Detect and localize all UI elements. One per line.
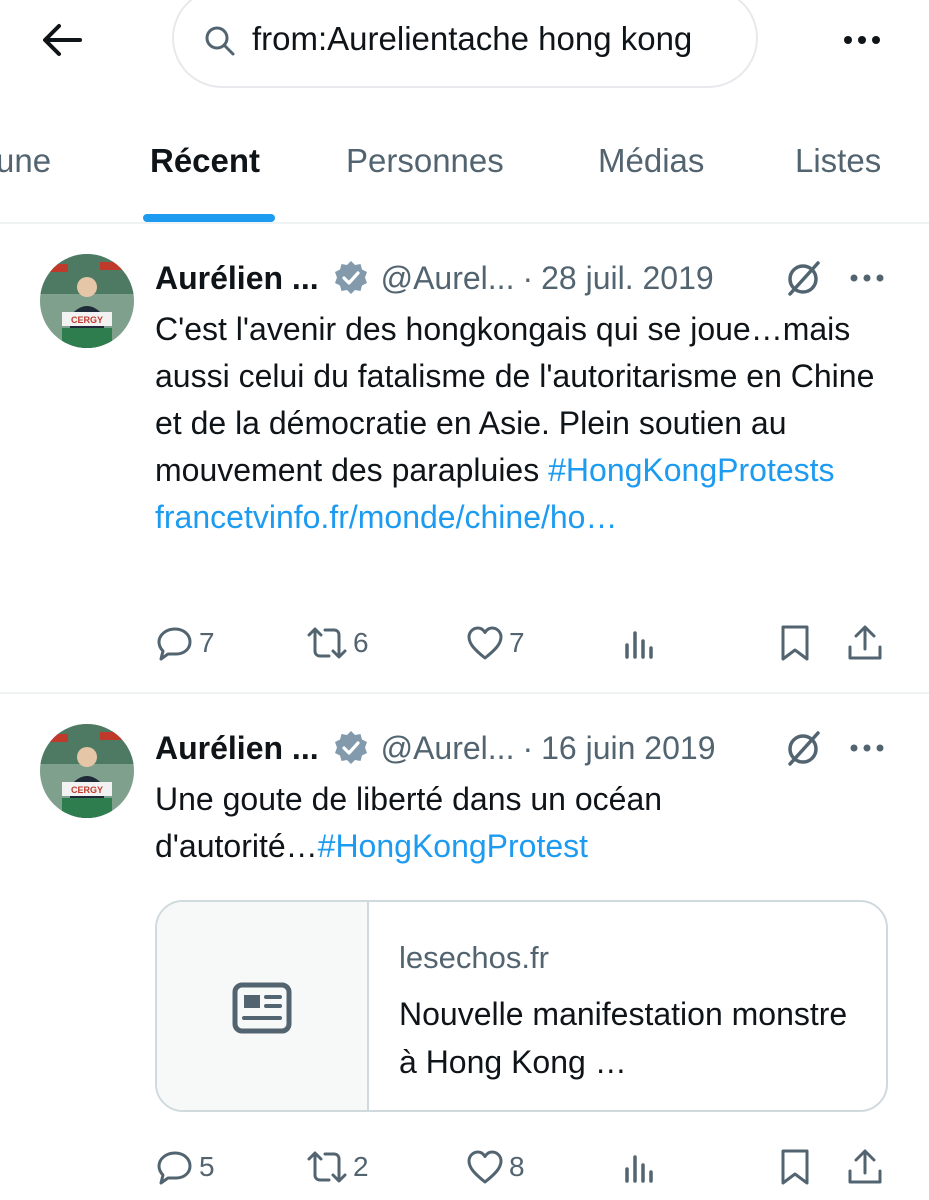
more-options-button[interactable]: [832, 20, 892, 60]
tweet-date[interactable]: 16 juin 2019: [541, 730, 715, 767]
tweet-actions: 5 2 8: [155, 1142, 895, 1192]
avatar-image: CERGY: [40, 724, 134, 818]
separator: ·: [522, 729, 534, 766]
card-domain: lesechos.fr: [399, 940, 549, 975]
grok-button[interactable]: [782, 256, 826, 300]
reply-count: 5: [199, 1151, 215, 1182]
tweet-actions: 7 6 7: [155, 618, 895, 668]
like-button[interactable]: 8: [465, 1142, 525, 1192]
bookmark-button[interactable]: [775, 618, 815, 668]
active-tab-indicator: [143, 214, 275, 222]
reply-icon: [157, 1151, 192, 1185]
like-count: 8: [509, 1151, 525, 1182]
reply-button[interactable]: 5: [155, 1142, 215, 1192]
bookmark-icon: [781, 625, 809, 661]
card-title: Nouvelle manifestation monstre à Hong Ko…: [399, 996, 848, 1080]
retweet-button[interactable]: 6: [305, 618, 369, 668]
author-handle[interactable]: @Aurel...: [381, 730, 515, 767]
retweet-count: 2: [353, 1151, 369, 1182]
tweet-header: Aurélien ... @Aurel... · 16 juin 2019: [155, 726, 715, 770]
more-horizontal-icon: [844, 36, 880, 44]
more-horizontal-icon: [850, 274, 884, 282]
tab-media[interactable]: Médias: [598, 142, 704, 180]
share-icon: [848, 625, 882, 660]
search-query: from:Aurelientache hong kong: [252, 20, 693, 57]
separator: ·: [522, 259, 534, 296]
verified-badge-icon: [334, 731, 367, 764]
arrow-left-icon: [43, 24, 82, 56]
bookmark-icon: [781, 1149, 809, 1185]
tab-top[interactable]: une: [0, 142, 51, 180]
tweet-header: Aurélien ... @Aurel... · 28 juil. 2019: [155, 256, 714, 300]
tab-recent[interactable]: Récent: [150, 142, 260, 180]
link-preview-card[interactable]: lesechos.fr Nouvelle manifestation monst…: [155, 900, 888, 1112]
avatar[interactable]: CERGY: [40, 724, 134, 818]
grok-icon: [788, 731, 820, 766]
tweet-more-button[interactable]: [842, 256, 892, 300]
retweet-icon: [307, 627, 347, 659]
views-button[interactable]: [621, 618, 661, 668]
share-button[interactable]: [845, 618, 885, 668]
back-button[interactable]: [36, 14, 88, 66]
tab-people[interactable]: Personnes: [346, 142, 504, 180]
avatar[interactable]: CERGY: [40, 254, 134, 348]
card-thumbnail: [157, 902, 369, 1110]
article-icon: [232, 982, 292, 1034]
verified-badge-icon: [334, 261, 367, 294]
analytics-icon: [625, 631, 653, 659]
like-button[interactable]: 7: [465, 618, 525, 668]
share-button[interactable]: [845, 1142, 885, 1192]
tweet-divider: [0, 692, 929, 694]
tab-lists[interactable]: Listes: [795, 142, 881, 180]
like-count: 7: [509, 627, 525, 658]
grok-button[interactable]: [782, 726, 826, 770]
heart-icon: [467, 626, 503, 660]
bookmark-button[interactable]: [775, 1142, 815, 1192]
grok-icon: [788, 261, 820, 296]
author-name[interactable]: Aurélien ...: [155, 730, 319, 767]
search-icon: [205, 26, 235, 56]
author-name[interactable]: Aurélien ...: [155, 260, 319, 297]
analytics-icon: [625, 1155, 653, 1183]
share-icon: [848, 1149, 882, 1184]
svg-text:CERGY: CERGY: [71, 785, 103, 795]
views-button[interactable]: [621, 1142, 661, 1192]
tweet-text: Une goute de liberté dans un océan d'aut…: [155, 776, 715, 870]
avatar-image: CERGY: [40, 254, 134, 348]
hashtag-link[interactable]: #HongKongProtest: [318, 828, 588, 864]
tweet-text: C'est l'avenir des hongkongais qui se jo…: [155, 306, 885, 541]
search-tabs: une Récent Personnes Médias Listes: [0, 100, 929, 224]
retweet-button[interactable]: 2: [305, 1142, 369, 1192]
reply-button[interactable]: 7: [155, 618, 215, 668]
reply-icon: [157, 627, 192, 661]
heart-icon: [467, 1150, 503, 1184]
search-input[interactable]: from:Aurelientache hong kong: [172, 0, 758, 88]
svg-text:CERGY: CERGY: [71, 315, 103, 325]
author-handle[interactable]: @Aurel...: [381, 260, 515, 297]
retweet-count: 6: [353, 627, 369, 658]
tweet-more-button[interactable]: [842, 726, 892, 770]
url-link[interactable]: francetvinfo.fr/monde/chine/ho…: [155, 499, 617, 535]
retweet-icon: [307, 1151, 347, 1183]
hashtag-link[interactable]: #HongKongProtests: [548, 452, 834, 488]
tweet-date[interactable]: 28 juil. 2019: [541, 260, 714, 297]
more-horizontal-icon: [850, 744, 884, 752]
reply-count: 7: [199, 627, 215, 658]
top-bar: from:Aurelientache hong kong: [0, 0, 929, 100]
